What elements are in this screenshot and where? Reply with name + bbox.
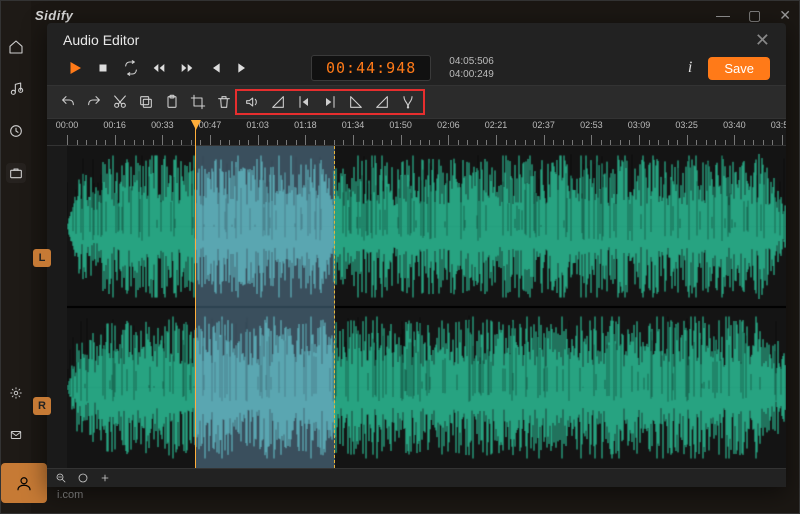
playhead[interactable] xyxy=(195,120,196,468)
paste-button[interactable] xyxy=(159,91,185,113)
sidebar-item-mail[interactable] xyxy=(6,425,26,445)
fade-out-right-button[interactable] xyxy=(369,91,395,113)
transport-bar: 00:44:948 04:05:506 04:00:249 i Save xyxy=(47,51,786,85)
channel-gutter: L R xyxy=(47,146,67,468)
fade-out-left-button[interactable] xyxy=(343,91,369,113)
rewind-button[interactable] xyxy=(147,56,171,80)
channel-left-badge: L xyxy=(33,249,51,267)
info-button[interactable]: i xyxy=(688,59,692,77)
ruler-label: 03:25 xyxy=(675,120,698,130)
effects-highlight-box xyxy=(235,89,425,115)
crop-button[interactable] xyxy=(185,91,211,113)
play-button[interactable] xyxy=(63,56,87,80)
redo-button[interactable] xyxy=(81,91,107,113)
editor-title: Audio Editor xyxy=(63,32,139,48)
ruler-label: 00:33 xyxy=(151,120,174,130)
duration-block: 04:05:506 04:00:249 xyxy=(449,55,494,81)
toolbar xyxy=(47,85,786,119)
sidebar xyxy=(1,1,31,513)
undo-button[interactable] xyxy=(55,91,81,113)
ruler-label: 02:53 xyxy=(580,120,603,130)
time-ruler[interactable]: 00:00 00:16 00:33 00:47 01:03 01:18 01:34 01:50… xyxy=(47,119,786,146)
ruler-label: 02:21 xyxy=(485,120,508,130)
close-icon[interactable]: ✕ xyxy=(755,31,770,49)
sidebar-item-clock[interactable] xyxy=(6,121,26,141)
trim-end-button[interactable] xyxy=(317,91,343,113)
brand-name: Sidify xyxy=(35,8,73,23)
ruler-label: 01:34 xyxy=(342,120,365,130)
trim-start-button[interactable] xyxy=(291,91,317,113)
account-button[interactable] xyxy=(1,463,47,503)
ruler-label: 03:56 xyxy=(771,120,786,130)
zoom-out-button[interactable] xyxy=(53,470,69,486)
sidebar-item-toolbox[interactable] xyxy=(6,163,26,183)
audio-editor-panel: Audio Editor ✕ xyxy=(47,23,786,487)
ruler-label: 00:00 xyxy=(56,120,79,130)
sidebar-item-settings[interactable] xyxy=(6,383,26,403)
channel-right-badge: R xyxy=(33,397,51,415)
ruler-label: 01:18 xyxy=(294,120,317,130)
next-track-button[interactable] xyxy=(231,56,255,80)
footer-text: i.com xyxy=(47,489,786,503)
forward-button[interactable] xyxy=(175,56,199,80)
ruler-label: 01:50 xyxy=(389,120,412,130)
stop-button[interactable] xyxy=(91,56,115,80)
window-maximize-icon[interactable]: ▢ xyxy=(748,8,761,22)
prev-track-button[interactable] xyxy=(203,56,227,80)
zoom-fit-button[interactable] xyxy=(75,470,91,486)
ruler-label: 00:47 xyxy=(199,120,222,130)
window-close-icon[interactable]: ✕ xyxy=(779,8,791,22)
ruler-label: 01:03 xyxy=(246,120,269,130)
zoom-in-button[interactable] xyxy=(97,470,113,486)
timecode-display: 00:44:948 xyxy=(311,55,431,81)
loop-button[interactable] xyxy=(119,56,143,80)
sidebar-item-music[interactable] xyxy=(6,79,26,99)
ruler-label: 03:40 xyxy=(723,120,746,130)
duration-total: 04:05:506 xyxy=(449,55,494,68)
cut-button[interactable] xyxy=(107,91,133,113)
ruler-label: 00:16 xyxy=(103,120,126,130)
duration-remaining: 04:00:249 xyxy=(449,68,494,81)
delete-button[interactable] xyxy=(211,91,237,113)
waveform-canvas[interactable] xyxy=(67,146,786,468)
fade-in-button[interactable] xyxy=(265,91,291,113)
merge-button[interactable] xyxy=(395,91,421,113)
volume-button[interactable] xyxy=(239,91,265,113)
ruler-label: 02:06 xyxy=(437,120,460,130)
window-minimize-icon[interactable]: — xyxy=(716,8,730,22)
ruler-label: 02:37 xyxy=(532,120,555,130)
copy-button[interactable] xyxy=(133,91,159,113)
sidebar-item-home[interactable] xyxy=(6,37,26,57)
save-button[interactable]: Save xyxy=(708,57,770,80)
ruler-label: 03:09 xyxy=(628,120,651,130)
waveform-area[interactable]: L R xyxy=(47,146,786,468)
zoom-bar xyxy=(47,468,786,487)
